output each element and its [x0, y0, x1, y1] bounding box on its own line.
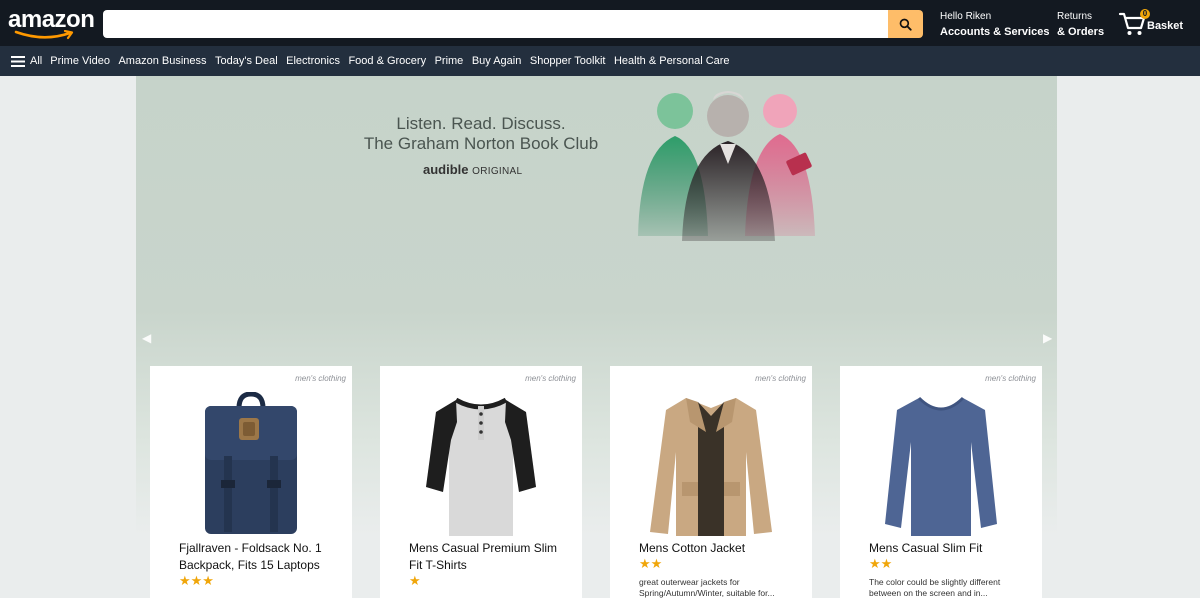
subnav-item-todays-deal[interactable]: Today's Deal [215, 55, 278, 67]
product-card[interactable]: men's clothing Mens Cotton Jacket ★★ gre… [610, 366, 812, 598]
product-title[interactable]: Mens Casual Premium Slim Fit T-Shirts [409, 540, 559, 574]
product-title[interactable]: Mens Casual Slim Fit [869, 540, 1019, 557]
longsleeve-icon [885, 396, 997, 536]
all-menu-label: All [30, 55, 43, 67]
all-menu-button[interactable]: All [11, 55, 42, 67]
search-button[interactable] [888, 10, 923, 38]
subnav-item-food-grocery[interactable]: Food & Grocery [348, 55, 426, 67]
subnav-item-buy-again[interactable]: Buy Again [472, 55, 522, 67]
search-input[interactable] [103, 10, 888, 38]
audible-brand: audible [423, 162, 469, 177]
product-image[interactable] [610, 392, 812, 538]
basket-label: Basket [1147, 20, 1184, 32]
product-image[interactable] [840, 392, 1042, 538]
product-card[interactable]: men's clothing Fjallraven - Foldsack No.… [150, 366, 352, 598]
subnav-item-prime[interactable]: Prime [435, 55, 464, 67]
product-category: men's clothing [755, 374, 806, 383]
subnav-item-amazon-business[interactable]: Amazon Business [118, 55, 206, 67]
backpack-icon [205, 392, 297, 534]
original-label: ORIGINAL [472, 166, 523, 177]
amazon-logo[interactable]: amazon [8, 6, 95, 40]
returns-label: Returns [1057, 11, 1093, 22]
product-title[interactable]: Fjallraven - Foldsack No. 1 Backpack, Fi… [179, 540, 329, 574]
banner-prev-arrow[interactable]: ◀ [142, 331, 151, 345]
banner-line-1: Listen. Read. Discuss. [396, 114, 566, 133]
logo-text: amazon [8, 6, 95, 33]
subnav-item-shopper-toolkit[interactable]: Shopper Toolkit [530, 55, 606, 67]
tshirt-icon [426, 397, 536, 536]
account-greeting: Hello Riken [940, 11, 992, 22]
smile-arrow-icon [14, 30, 74, 40]
banner-next-arrow[interactable]: ▶ [1043, 331, 1052, 345]
subnav-item-electronics[interactable]: Electronics [286, 55, 340, 67]
subnav-item-prime-video[interactable]: Prime Video [50, 55, 110, 67]
rating-stars: ★★ [869, 556, 893, 571]
rating-stars: ★ [409, 573, 421, 588]
product-card[interactable]: men's clothing Mens Casual Slim Fit ★★ T… [840, 366, 1042, 598]
book-club-hosts-image [638, 91, 815, 241]
jacket-icon [650, 398, 772, 536]
orders-label: & Orders [1057, 26, 1105, 38]
basket-count: 0 [1140, 9, 1150, 19]
product-description: great outerwear jackets for Spring/Autum… [639, 577, 775, 598]
sub-navigation: All Prime Video Amazon Business Today's … [0, 46, 1200, 76]
basket-button[interactable]: 0 Basket [1118, 8, 1188, 38]
orders-menu[interactable]: Returns & Orders [1057, 10, 1104, 39]
rating-stars: ★★★ [179, 573, 214, 588]
product-category: men's clothing [525, 374, 576, 383]
product-title[interactable]: Mens Cotton Jacket [639, 540, 789, 557]
search-bar [103, 10, 923, 38]
product-category: men's clothing [985, 374, 1036, 383]
search-icon [899, 18, 912, 31]
banner-headline: Listen. Read. Discuss. The Graham Norton… [336, 114, 626, 154]
product-image[interactable] [380, 392, 582, 538]
subnav-item-health-personal-care[interactable]: Health & Personal Care [614, 55, 730, 67]
hamburger-menu-icon [11, 55, 25, 67]
rating-stars: ★★ [639, 556, 663, 571]
top-header: amazon Hello Riken Accounts & Services R… [0, 0, 1200, 46]
product-image[interactable] [150, 392, 352, 538]
account-menu[interactable]: Hello Riken Accounts & Services [940, 10, 1049, 39]
account-label: Accounts & Services [940, 26, 1050, 38]
product-card[interactable]: men's clothing Mens Casual Premium Slim … [380, 366, 582, 598]
banner-line-2: The Graham Norton Book Club [363, 134, 599, 153]
product-category: men's clothing [295, 374, 346, 383]
audible-original-logo: audible ORIGINAL [423, 162, 522, 177]
product-description: The color could be slightly different be… [869, 577, 1001, 598]
